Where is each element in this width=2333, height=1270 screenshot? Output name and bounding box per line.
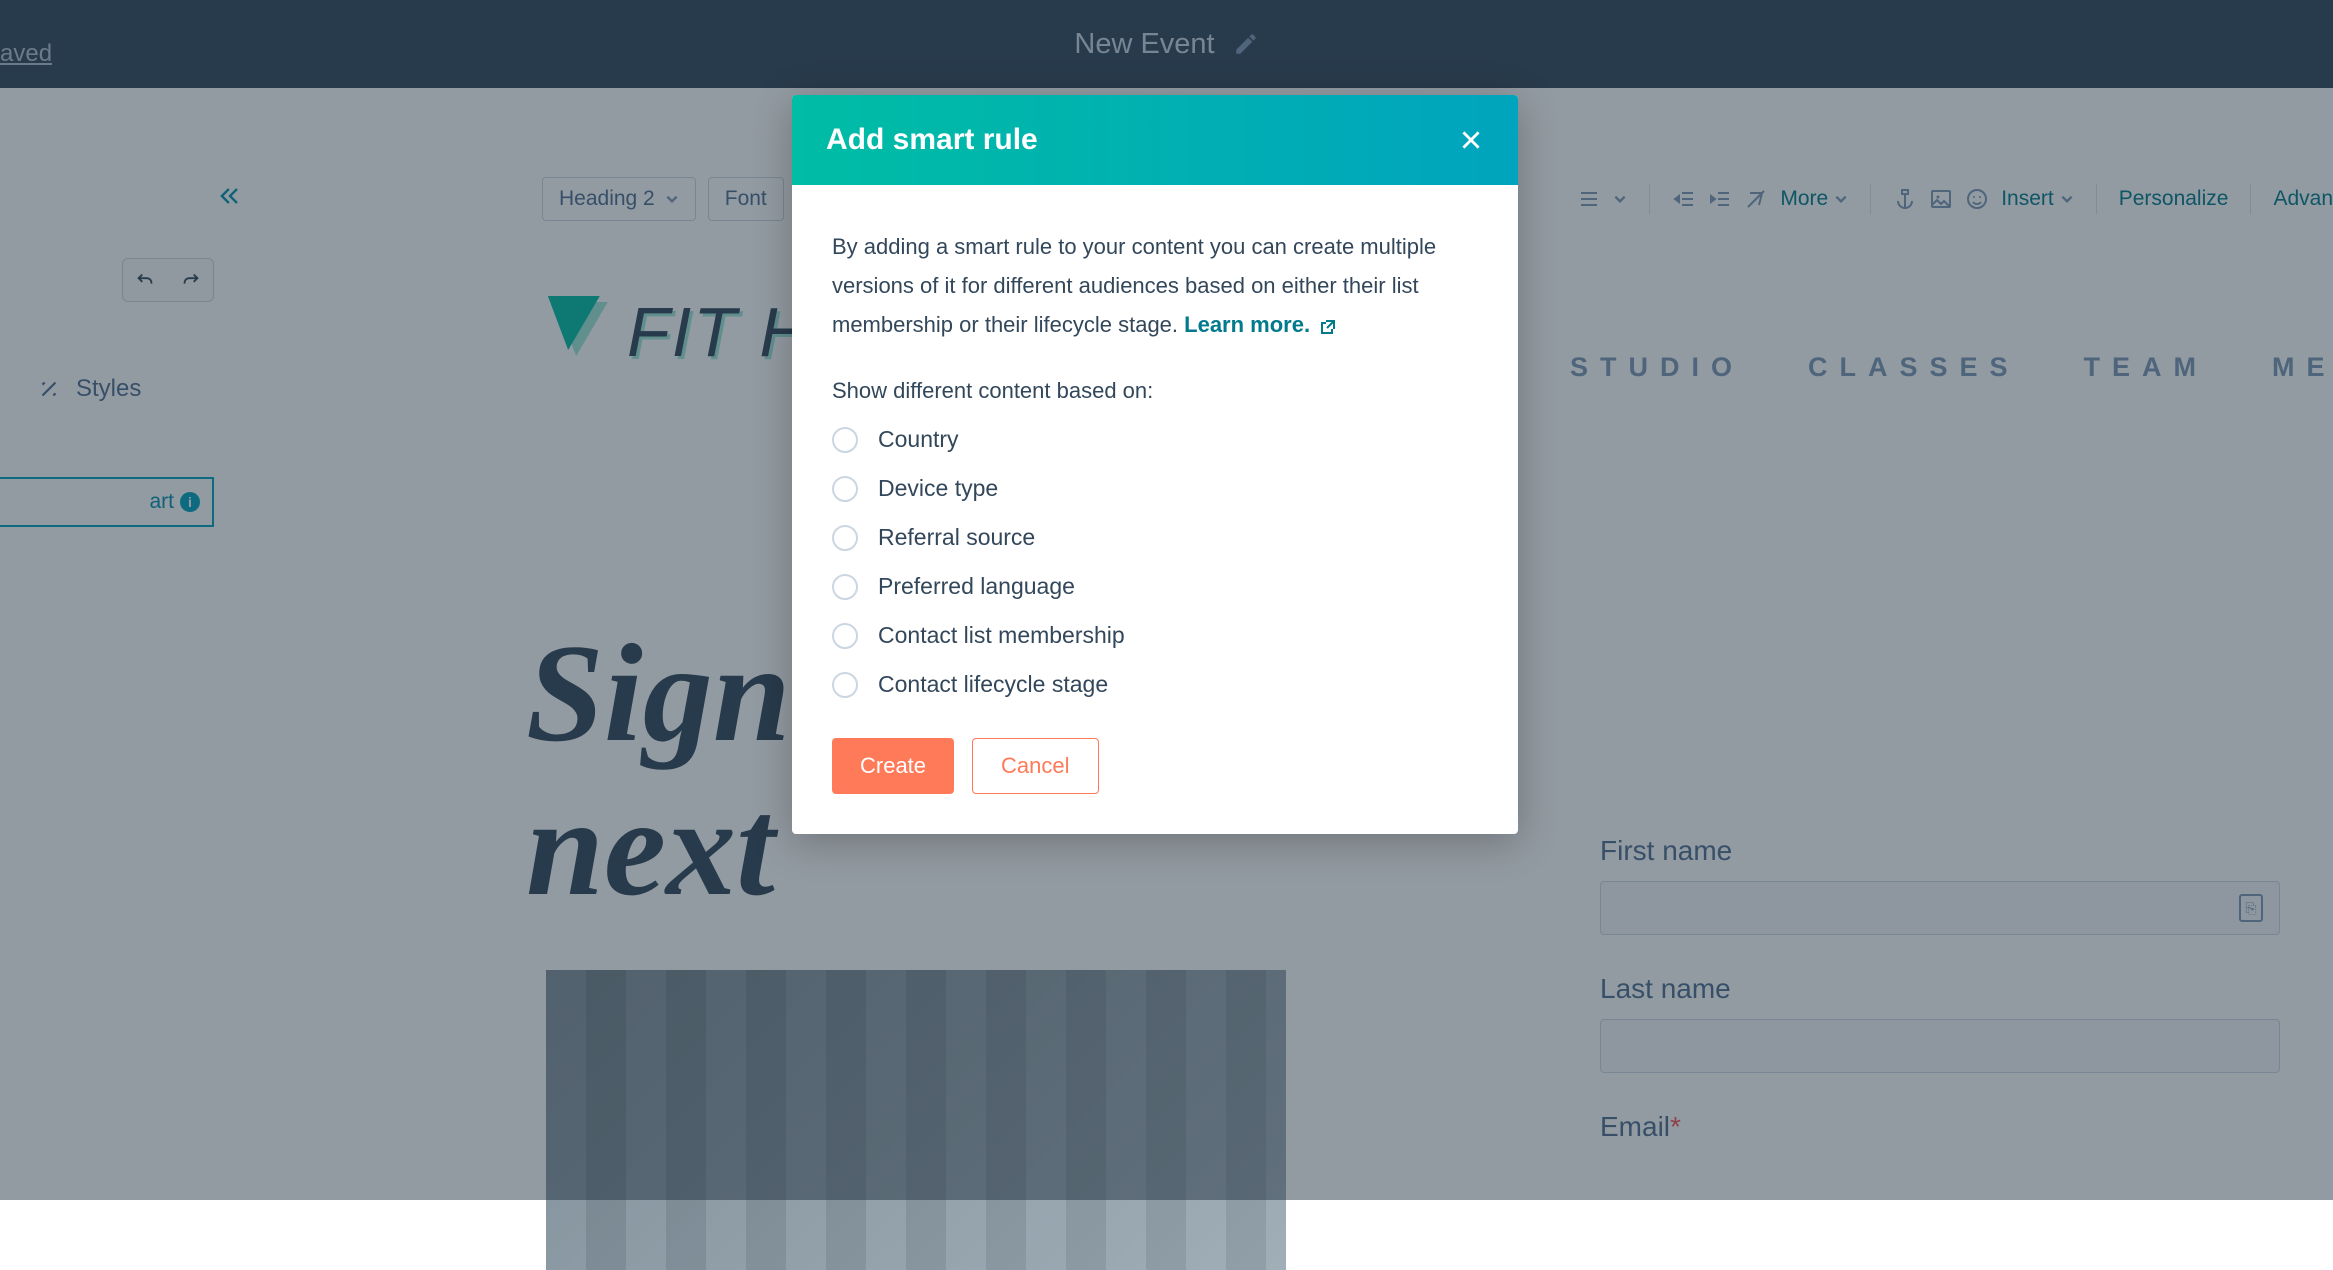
radio-label: Referral source (878, 524, 1035, 551)
cancel-button[interactable]: Cancel (972, 738, 1098, 794)
radio-device-type[interactable]: Device type (832, 475, 1478, 502)
radio-list: Country Device type Referral source Pref… (832, 426, 1478, 698)
radio-label: Country (878, 426, 959, 453)
modal-body: By adding a smart rule to your content y… (792, 185, 1518, 834)
close-icon[interactable] (1458, 127, 1484, 153)
create-button[interactable]: Create (832, 738, 954, 794)
radio-label: Contact lifecycle stage (878, 671, 1108, 698)
external-link-icon (1320, 319, 1336, 335)
modal-intro-text: By adding a smart rule to your content y… (832, 234, 1436, 337)
add-smart-rule-modal: Add smart rule By adding a smart rule to… (792, 95, 1518, 834)
radio-label: Preferred language (878, 573, 1075, 600)
radio-icon (832, 623, 858, 649)
modal-header: Add smart rule (792, 95, 1518, 185)
radio-country[interactable]: Country (832, 426, 1478, 453)
radio-icon (832, 672, 858, 698)
radio-contact-list[interactable]: Contact list membership (832, 622, 1478, 649)
modal-title: Add smart rule (826, 123, 1038, 157)
radio-icon (832, 476, 858, 502)
radio-label: Device type (878, 475, 998, 502)
modal-subhead: Show different content based on: (832, 378, 1478, 404)
radio-referral-source[interactable]: Referral source (832, 524, 1478, 551)
radio-icon (832, 525, 858, 551)
radio-preferred-language[interactable]: Preferred language (832, 573, 1478, 600)
learn-more-link[interactable]: Learn more. (1184, 312, 1310, 337)
radio-icon (832, 574, 858, 600)
radio-lifecycle-stage[interactable]: Contact lifecycle stage (832, 671, 1478, 698)
radio-label: Contact list membership (878, 622, 1125, 649)
modal-intro: By adding a smart rule to your content y… (832, 227, 1478, 344)
radio-icon (832, 427, 858, 453)
modal-actions: Create Cancel (832, 738, 1478, 794)
